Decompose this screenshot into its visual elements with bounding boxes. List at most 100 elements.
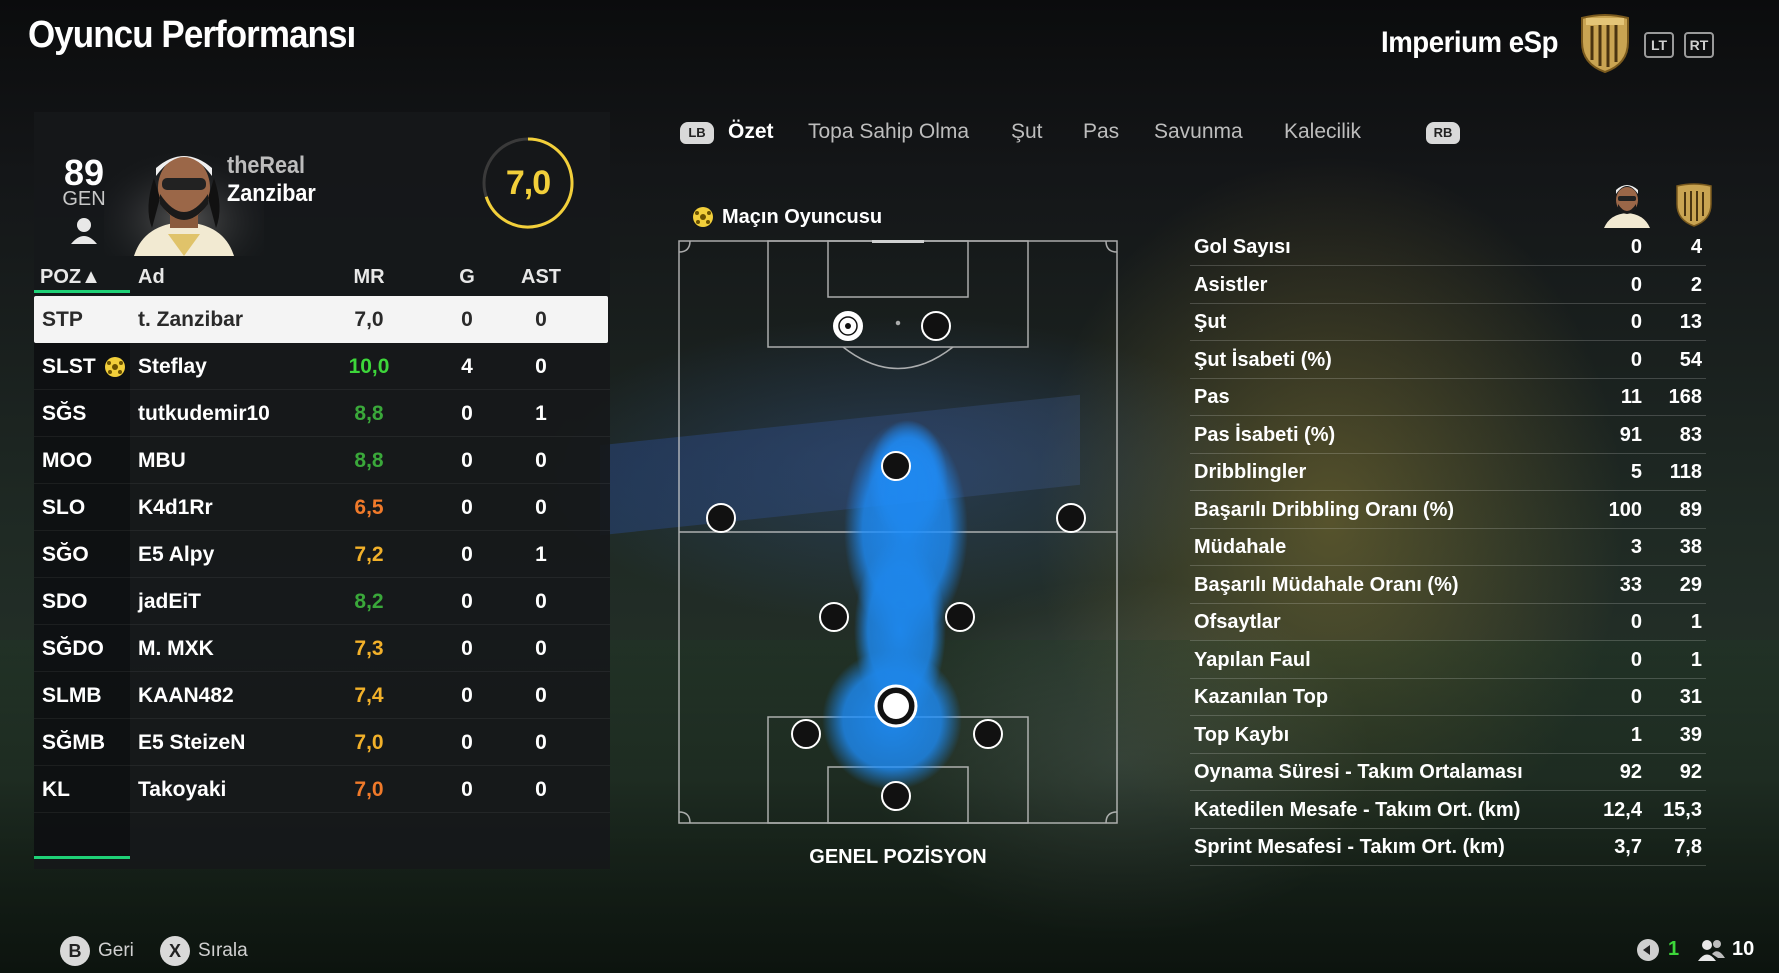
row-player-name: E5 Alpy: [138, 543, 215, 566]
row-assists: 0: [535, 637, 547, 660]
selected-player-marker: [874, 684, 918, 728]
stat-player-value: 92: [1619, 761, 1642, 783]
header-mr[interactable]: MR: [334, 266, 404, 289]
sort-label[interactable]: Sırala: [198, 940, 248, 962]
row-player-name: tutkudemir10: [138, 402, 270, 425]
club-name: Imperium eSp: [1381, 26, 1558, 59]
stat-row: Sprint Mesafesi - Takım Ort. (km) 3,7 7,8: [1190, 829, 1706, 866]
row-match-rating: 7,2: [354, 543, 384, 566]
stat-player-value: 1: [1630, 723, 1642, 746]
stat-player-value: 3: [1630, 536, 1642, 558]
table-row[interactable]: SLMB KAAN482 7,4 0 0: [34, 672, 610, 719]
table-row[interactable]: SĞMB E5 SteizeN 7,0 0 0: [34, 719, 610, 766]
back-button-icon[interactable]: B: [60, 936, 90, 966]
tab-1[interactable]: Topa Sahip Olma: [808, 120, 969, 144]
stat-label: Oynama Süresi - Takım Ortalaması: [1194, 761, 1523, 783]
stat-team-value: 118: [1669, 461, 1702, 483]
stat-team-value: 13: [1679, 311, 1702, 333]
row-player-name: E5 SteizeN: [138, 731, 246, 754]
player-column-avatar: [1604, 185, 1650, 228]
back-label[interactable]: Geri: [98, 940, 134, 962]
person-icon: [71, 218, 97, 244]
stat-label: Şut: [1194, 311, 1227, 333]
row-assists: 0: [535, 496, 547, 519]
stat-player-value: 0: [1630, 611, 1642, 633]
stat-label: Dribblingler: [1194, 461, 1307, 483]
stat-row: Şut 0 13: [1190, 304, 1706, 341]
stat-player-value: 0: [1630, 348, 1642, 371]
rt-button[interactable]: RT: [1684, 32, 1714, 58]
stat-row: Katedilen Mesafe - Takım Ort. (km) 12,4 15…: [1190, 792, 1706, 829]
stat-label: Pas İsabeti (%): [1194, 423, 1336, 446]
row-goals: 0: [461, 308, 473, 331]
stat-label: Kazanılan Top: [1194, 686, 1329, 708]
party-count: 10: [1732, 938, 1755, 960]
row-player-name: KAAN482: [138, 684, 234, 707]
stat-label: Şut İsabeti (%): [1194, 348, 1332, 371]
stat-label: Asistler: [1194, 273, 1268, 296]
tab-4[interactable]: Savunma: [1154, 120, 1243, 144]
stat-team-value: 168: [1668, 386, 1702, 408]
stat-row: Gol Sayısı 0 4: [1190, 229, 1706, 266]
tab-0[interactable]: Özet: [728, 120, 774, 144]
row-position: SĞS: [42, 402, 87, 425]
lb-button[interactable]: LB: [680, 122, 714, 144]
stat-row: Top Kaybı 1 39: [1190, 717, 1706, 754]
row-assists: 0: [535, 684, 547, 707]
stat-team-value: 92: [1679, 761, 1702, 783]
stat-label: Katedilen Mesafe - Takım Ort. (km): [1194, 798, 1521, 821]
tab-2[interactable]: Şut: [1011, 120, 1043, 144]
table-row[interactable]: MOO MBU 8,8 0 0: [34, 437, 610, 484]
club-crest-icon: [1581, 14, 1629, 74]
header-name[interactable]: Ad: [138, 266, 165, 289]
stat-row: Müdahale 3 38: [1190, 529, 1706, 566]
row-match-rating: 7,0: [354, 731, 384, 754]
row-match-rating: 8,8: [354, 449, 384, 472]
stat-row: Ofsaytlar 0 1: [1190, 604, 1706, 641]
stat-player-value: 0: [1630, 686, 1642, 708]
row-match-rating: 8,2: [354, 590, 384, 613]
stat-team-value: 38: [1679, 536, 1702, 558]
table-row[interactable]: SĞO E5 Alpy 7,2 0 1: [34, 531, 610, 578]
row-assists: 1: [535, 402, 547, 425]
stat-row: Oynama Süresi - Takım Ortalaması 92 92: [1190, 754, 1706, 791]
rb-button[interactable]: RB: [1426, 122, 1460, 144]
header-ast[interactable]: AST: [514, 266, 568, 289]
header-g[interactable]: G: [452, 266, 482, 289]
header-pos[interactable]: POZ▲: [40, 266, 101, 289]
scroll-indicator: [34, 856, 130, 859]
stat-team-value: 7,8: [1674, 836, 1702, 858]
row-match-rating: 8,8: [354, 402, 384, 425]
row-goals: 0: [461, 449, 473, 472]
stat-player-value: 5: [1630, 461, 1642, 483]
table-row[interactable]: SDO jadEiT 8,2 0 0: [34, 578, 610, 625]
stat-label: Top Kaybı: [1194, 723, 1290, 746]
tab-5[interactable]: Kalecilik: [1284, 120, 1361, 144]
row-player-name: jadEiT: [138, 590, 202, 613]
table-row[interactable]: SĞDO M. MXK 7,3 0 0: [34, 625, 610, 672]
row-goals: 0: [461, 543, 473, 566]
row-player-name: MBU: [138, 449, 186, 472]
stat-row: Pas 11 168: [1190, 379, 1706, 416]
row-goals: 0: [461, 590, 473, 613]
pitch-caption: GENEL POZİSYON: [809, 846, 987, 868]
stat-player-value: 91: [1619, 423, 1642, 446]
row-position: STP: [42, 308, 83, 331]
table-row[interactable]: SLST Steflay 10,0 4 0: [34, 343, 610, 390]
stat-row: Başarılı Dribbling Oranı (%) 100 89: [1190, 492, 1706, 529]
stat-label: Ofsaytlar: [1194, 611, 1281, 633]
row-goals: 0: [461, 402, 473, 425]
row-player-name: M. MXK: [138, 637, 214, 660]
stat-team-value: 39: [1679, 723, 1702, 746]
tab-3[interactable]: Pas: [1083, 120, 1119, 144]
table-row[interactable]: SLO K4d1Rr 6,5 0 0: [34, 484, 610, 531]
table-row[interactable]: STP t. Zanzibar 7,0 0 0: [34, 296, 608, 343]
sort-button-icon[interactable]: X: [160, 936, 190, 966]
player-name-line2: Zanzibar: [227, 180, 316, 207]
player-rating: 7,0: [505, 164, 551, 202]
row-position: SLST: [42, 355, 96, 378]
table-row[interactable]: KL Takoyaki 7,0 0 0: [34, 766, 610, 813]
stat-team-value: 15,3: [1663, 798, 1702, 821]
table-row[interactable]: SĞS tutkudemir10 8,8 0 1: [34, 390, 610, 437]
lt-button[interactable]: LT: [1644, 32, 1674, 58]
